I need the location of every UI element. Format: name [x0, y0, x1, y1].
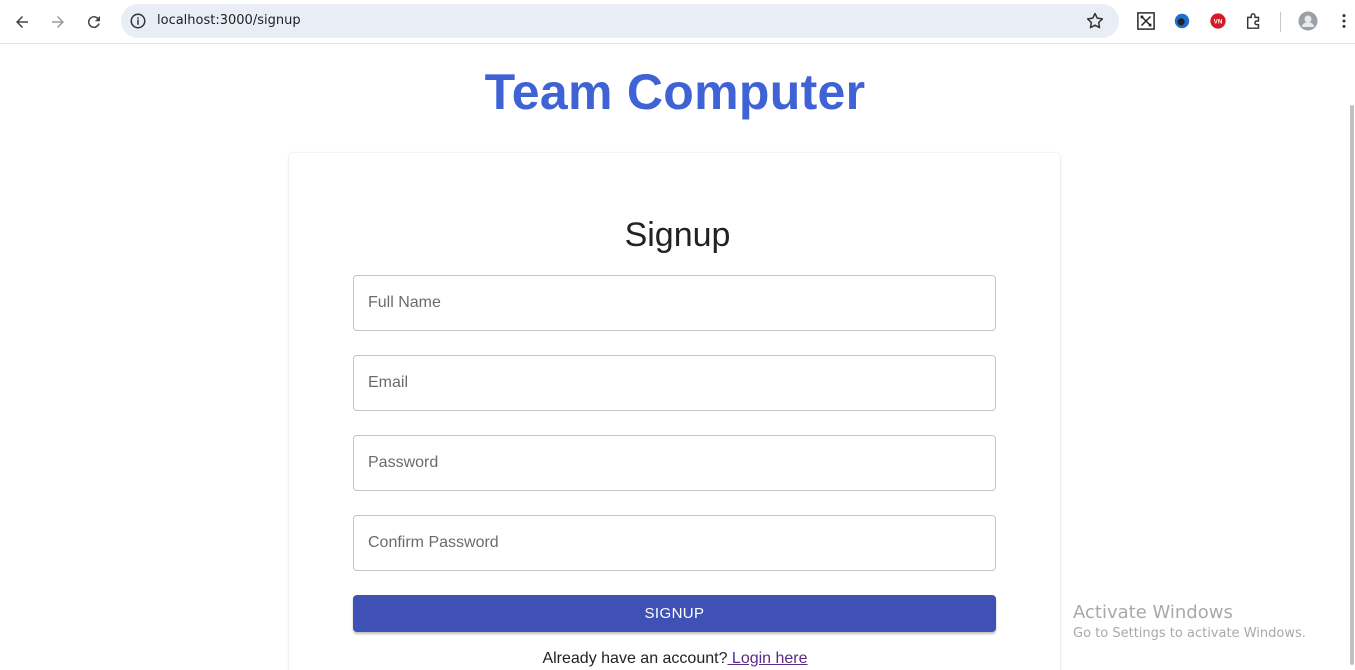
- full-name-input[interactable]: [354, 276, 995, 330]
- brand-heading: Team Computer: [484, 64, 866, 120]
- browser-toolbar: localhost:3000/signup VN: [0, 0, 1355, 44]
- signup-button[interactable]: SIGNUP: [353, 595, 996, 632]
- puzzle-extensions-icon[interactable]: [1244, 11, 1264, 31]
- profile-avatar[interactable]: [1298, 11, 1318, 31]
- toolbar-divider: [1280, 12, 1281, 32]
- scrollbar-thumb[interactable]: [1350, 105, 1354, 665]
- confirm-password-input[interactable]: [354, 516, 995, 570]
- login-prompt-row: Already have an account? Login here: [0, 650, 1350, 668]
- windows-activation-watermark: Activate Windows Go to Settings to activ…: [1073, 602, 1306, 641]
- password-field[interactable]: [353, 435, 996, 491]
- page-scrollbar[interactable]: [1349, 45, 1355, 670]
- menu-kebab-icon[interactable]: [1334, 11, 1354, 31]
- watermark-line-1: Activate Windows: [1073, 602, 1233, 623]
- reload-button[interactable]: [80, 8, 108, 36]
- address-bar[interactable]: localhost:3000/signup: [121, 4, 1119, 38]
- email-field[interactable]: [353, 355, 996, 411]
- vn-extension-icon[interactable]: VN: [1208, 11, 1228, 31]
- back-icon: [16, 16, 28, 28]
- password-input[interactable]: [354, 436, 995, 490]
- back-button[interactable]: [8, 8, 36, 36]
- url-text[interactable]: localhost:3000/signup: [157, 13, 301, 28]
- qr-extension-icon[interactable]: [1136, 11, 1156, 31]
- email-input[interactable]: [354, 356, 995, 410]
- forward-button[interactable]: [44, 8, 72, 36]
- site-info-icon[interactable]: [129, 12, 147, 30]
- globe-extension-icon[interactable]: [1172, 11, 1192, 31]
- bookmark-star-icon[interactable]: [1085, 11, 1105, 31]
- signup-title: Signup: [624, 216, 731, 254]
- reload-icon: [87, 16, 100, 29]
- svg-text:VN: VN: [1214, 19, 1223, 26]
- login-prompt-text: Already have an account?: [542, 650, 728, 667]
- full-name-field[interactable]: [353, 275, 996, 331]
- confirm-password-field[interactable]: [353, 515, 996, 571]
- watermark-line-2: Go to Settings to activate Windows.: [1073, 626, 1306, 641]
- login-link[interactable]: Login here: [727, 650, 808, 667]
- forward-icon: [52, 16, 64, 28]
